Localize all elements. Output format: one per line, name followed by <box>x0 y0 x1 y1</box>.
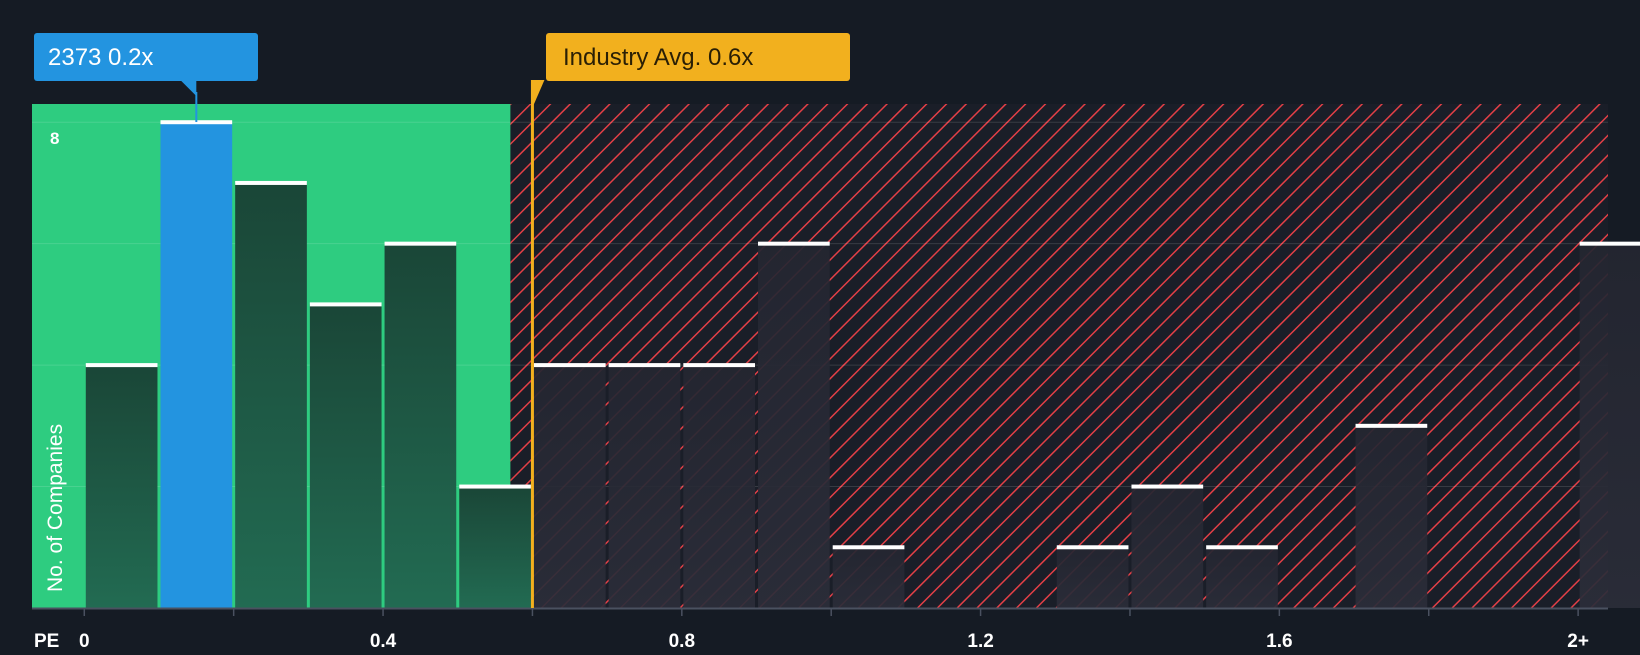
x-tick-label: 0.4 <box>370 631 397 650</box>
bar <box>608 365 681 608</box>
x-tick-label: 0 <box>79 631 90 650</box>
bar <box>384 243 457 608</box>
x-tick-label: 1.2 <box>967 631 993 650</box>
pe-distribution-chart: 0 0.4 0.8 1.2 1.6 2+ 8 No. of Companies PE 23… <box>0 0 1640 652</box>
x-tick-label: 2+ <box>1567 631 1589 650</box>
bar-cap <box>1579 241 1640 246</box>
bar <box>533 365 606 608</box>
industry-avg-label: Industry Avg. 0.6x <box>563 44 753 71</box>
x-tick-label: 1.6 <box>1266 631 1292 650</box>
bar-cap <box>1131 484 1204 489</box>
y-tick-label: 8 <box>50 129 59 148</box>
chart-svg: 0 0.4 0.8 1.2 1.6 2+ 8 No. of Companies PE 23… <box>32 33 1640 652</box>
bar-cap <box>85 363 158 368</box>
bar <box>832 547 905 608</box>
bar-cap <box>384 241 457 246</box>
bar <box>1206 547 1278 608</box>
bar <box>1355 425 1428 608</box>
bar <box>459 486 531 608</box>
x-axis-label: PE <box>34 631 59 650</box>
bar <box>160 122 233 609</box>
y-axis-label: No. of Companies <box>44 424 67 592</box>
bar <box>309 304 382 608</box>
bar-cap <box>832 545 905 550</box>
bar-cap <box>459 484 531 489</box>
bar <box>1131 486 1204 608</box>
bar <box>235 182 307 608</box>
bar <box>758 243 830 608</box>
bar-cap <box>533 363 606 368</box>
x-tick-label: 0.8 <box>669 631 695 650</box>
company-label: 2373 0.2x <box>48 44 153 71</box>
bar <box>1579 243 1640 608</box>
bar-cap <box>683 363 756 368</box>
bar-cap <box>608 363 681 368</box>
bar <box>683 365 756 608</box>
bar <box>85 365 158 608</box>
bar <box>1056 547 1129 608</box>
company-pointer <box>180 80 197 96</box>
bar-cap <box>758 241 830 246</box>
x-ticks: 0 0.4 0.8 1.2 1.6 2+ <box>79 608 1589 652</box>
bar-cap <box>235 180 307 185</box>
bar-cap <box>1056 545 1129 550</box>
bar-cap <box>1355 423 1428 428</box>
bar-cap <box>309 302 382 307</box>
bar-cap <box>1206 545 1278 550</box>
